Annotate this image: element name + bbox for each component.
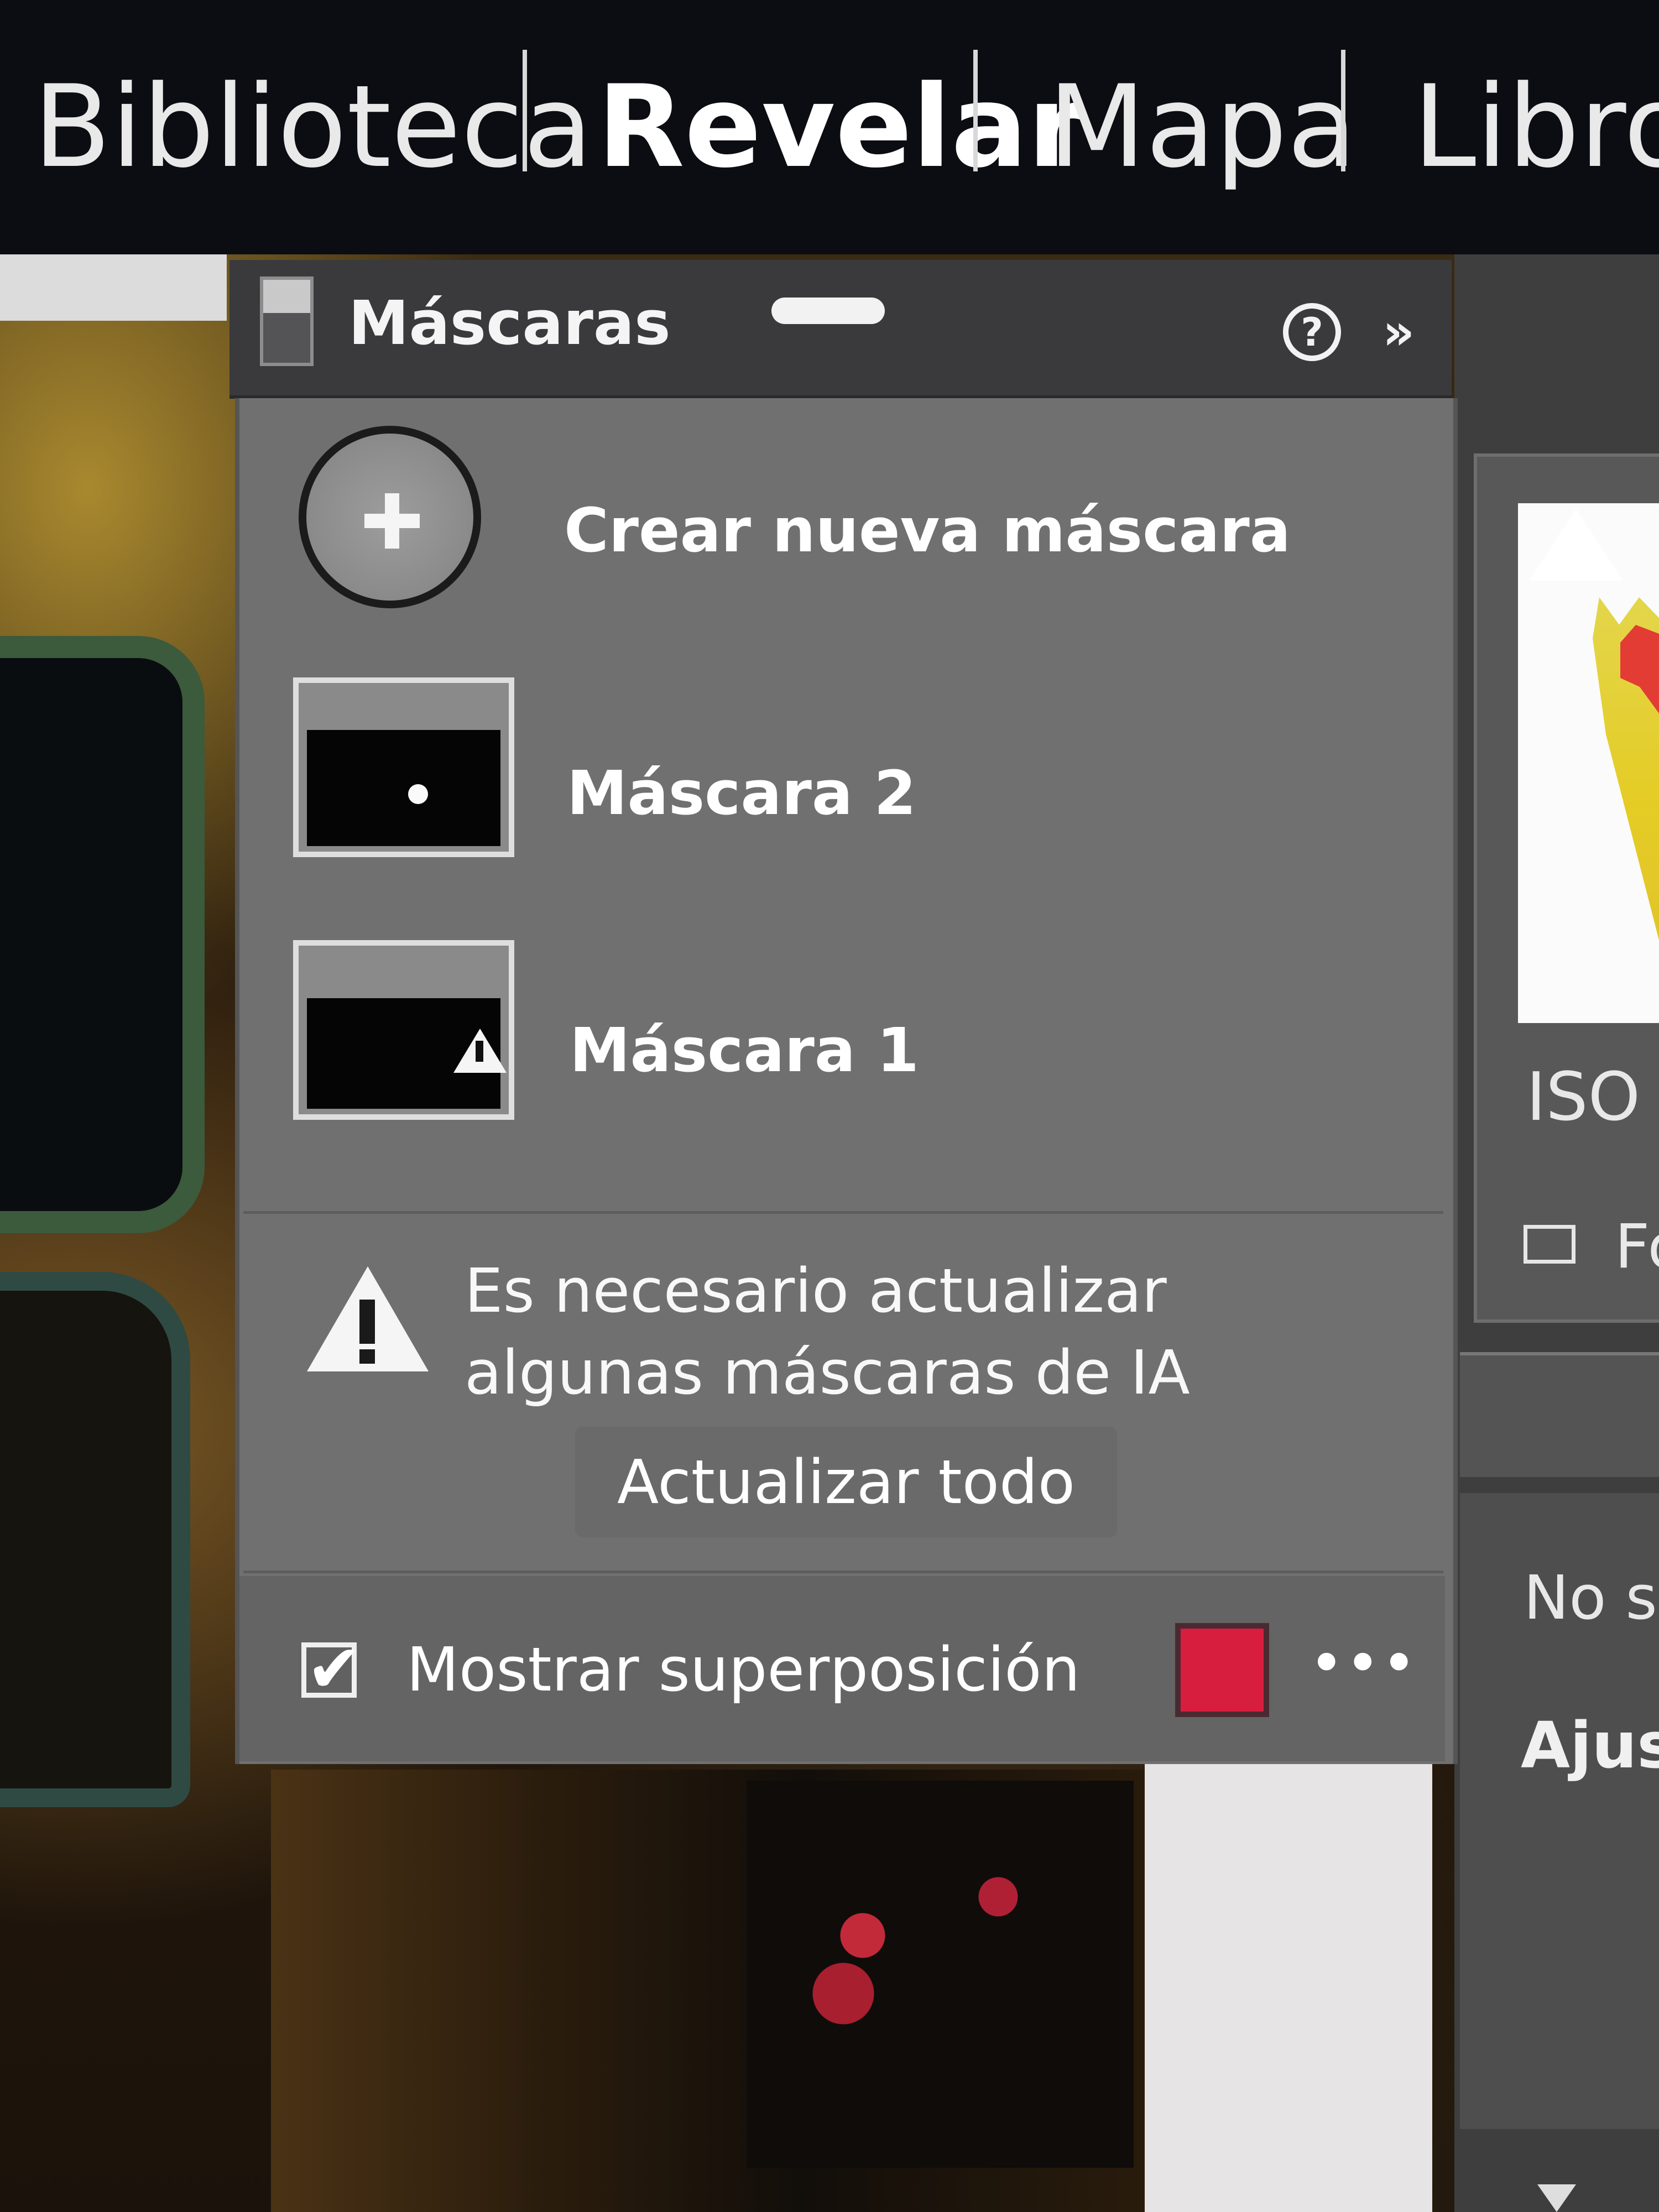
photo-detail <box>0 1272 190 1807</box>
create-mask-label[interactable]: Crear nueva máscara <box>564 495 1291 566</box>
module-map[interactable]: Mapa <box>1048 61 1357 194</box>
photo-highlight <box>0 254 227 321</box>
help-icon[interactable]: ? <box>1283 303 1341 361</box>
ai-mask-warning: Es necesario actualizar algunas máscaras… <box>465 1250 1294 1413</box>
photo-detail <box>0 636 205 1233</box>
original-photo-label: Fo <box>1615 1211 1659 1282</box>
photo-detail <box>1145 1747 1432 2212</box>
warning-mark <box>359 1300 375 1344</box>
clipping-indicator-icon[interactable] <box>1529 509 1623 581</box>
warning-mark <box>476 1041 483 1062</box>
adjustments-heading: Ajust <box>1521 1709 1659 1783</box>
create-mask-button[interactable] <box>299 426 481 608</box>
panel-section <box>1460 1352 1659 1477</box>
module-separator <box>1341 50 1345 171</box>
divider <box>243 1571 1443 1573</box>
check-icon: ✔ <box>306 1631 362 1708</box>
disclosure-triangle-icon[interactable] <box>1537 2184 1576 2212</box>
mask-point <box>408 784 428 804</box>
plus-icon <box>385 493 399 549</box>
mask-thumbnail[interactable] <box>293 940 514 1120</box>
module-bar: Biblioteca Revelar Mapa Libro <box>0 0 1659 254</box>
module-separator <box>523 50 527 171</box>
overlay-color-swatch[interactable] <box>1175 1623 1269 1717</box>
show-overlay-label[interactable]: Mostrar superposición <box>406 1634 1080 1705</box>
warning-mark <box>359 1349 375 1364</box>
module-separator <box>973 50 978 171</box>
warning-line: Es necesario actualizar <box>465 1255 1167 1326</box>
mask-label[interactable]: Máscara 1 <box>570 1015 919 1086</box>
expand-icon[interactable]: » <box>1383 303 1415 361</box>
warning-line: algunas máscaras de IA <box>465 1337 1190 1408</box>
module-develop[interactable]: Revelar <box>597 61 1083 194</box>
update-all-button[interactable]: Actualizar todo <box>575 1427 1117 1537</box>
original-photo-checkbox[interactable] <box>1524 1225 1575 1264</box>
divider <box>243 1211 1443 1214</box>
panel-toggle-icon[interactable] <box>260 276 314 366</box>
module-library[interactable]: Biblioteca <box>33 61 593 194</box>
mask-thumbnail[interactable] <box>293 677 514 857</box>
panel-text: No se <box>1524 1562 1659 1633</box>
module-book[interactable]: Libro <box>1413 61 1659 194</box>
show-overlay-checkbox[interactable]: ✔ <box>301 1636 362 1703</box>
masks-panel-title: Máscaras <box>348 288 671 358</box>
drag-handle[interactable] <box>771 298 885 324</box>
photo-detail <box>747 1781 1134 2168</box>
mask-label[interactable]: Máscara 2 <box>567 758 916 828</box>
iso-readout: ISO 3 <box>1526 1059 1659 1136</box>
more-options-icon[interactable]: ••• <box>1311 1634 1420 1692</box>
mask-preview <box>307 730 500 846</box>
